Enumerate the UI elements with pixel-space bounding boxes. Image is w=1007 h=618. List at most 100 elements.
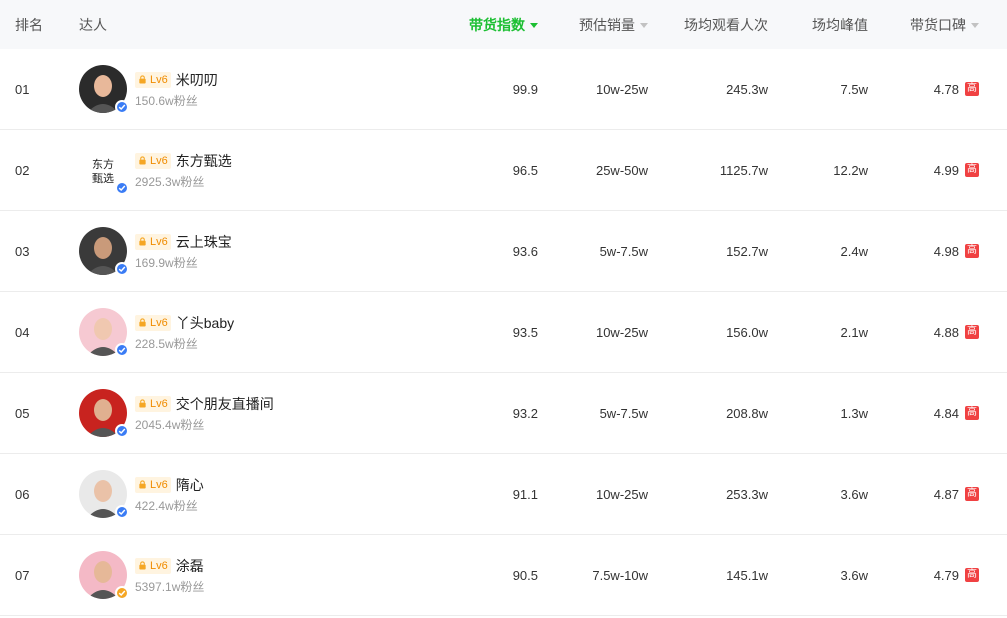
table-row[interactable]: 07 Lv6 涂磊 5397.1w粉丝 90.5 7.5w-10w 145.1w… <box>0 535 1007 616</box>
level-badge: Lv6 <box>135 152 171 169</box>
peak-value: 1.3w <box>840 405 868 421</box>
table-row[interactable]: 02 东方 甄选 Lv6 东方甄选 2925.3w粉丝 96.5 25w-50w… <box>0 130 1007 211</box>
talent-cell[interactable]: Lv6 丫头baby 228.5w粉丝 <box>79 308 234 357</box>
avatar-wrap[interactable] <box>79 551 129 600</box>
avatar-wrap[interactable] <box>79 389 129 438</box>
talent-name[interactable]: 东方甄选 <box>176 151 232 171</box>
table-header: 排名 达人 带货指数 预估销量 场均观看人次 场均峰值 带货口碑 <box>0 0 1007 49</box>
avatar-wrap[interactable] <box>79 65 129 114</box>
header-peak: 场均峰值 <box>812 16 868 33</box>
lock-icon <box>139 480 146 489</box>
sort-icon <box>971 23 979 28</box>
fans-count: 2925.3w粉丝 <box>135 174 205 189</box>
talent-info: Lv6 隋心 422.4w粉丝 <box>135 475 204 514</box>
reputation-value: 4.98 <box>933 243 959 259</box>
name-line: Lv6 隋心 <box>135 475 204 495</box>
fans-count: 228.5w粉丝 <box>135 336 198 351</box>
table-row[interactable]: 05 Lv6 交个朋友直播间 2045.4w粉丝 93.2 5w-7.5w 20… <box>0 373 1007 454</box>
sort-by-sales[interactable]: 预估销量 <box>579 15 648 35</box>
talent-cell[interactable]: Lv6 交个朋友直播间 2045.4w粉丝 <box>79 389 274 438</box>
talent-name[interactable]: 交个朋友直播间 <box>176 394 274 414</box>
reputation-value: 4.84 <box>933 405 959 421</box>
table-row[interactable]: 01 Lv6 米叨叨 150.6w粉丝 99.9 10w-25w 245.3w … <box>0 49 1007 130</box>
name-line: Lv6 米叨叨 <box>135 70 218 90</box>
reputation-cell: 4.84 高 <box>934 406 979 421</box>
avatar-wrap[interactable] <box>79 308 129 357</box>
views-value: 1125.7w <box>719 162 768 178</box>
talent-cell[interactable]: Lv6 米叨叨 150.6w粉丝 <box>79 65 218 114</box>
reputation-cell: 4.79 高 <box>934 568 979 583</box>
reputation-cell: 4.99 高 <box>934 163 979 178</box>
level-badge: Lv6 <box>135 71 171 88</box>
level-text: Lv6 <box>150 235 168 248</box>
avatar-wrap[interactable]: 东方 甄选 <box>79 146 129 195</box>
name-line: Lv6 东方甄选 <box>135 151 232 171</box>
table-row[interactable]: 03 Lv6 云上珠宝 169.9w粉丝 93.6 5w-7.5w 152.7w… <box>0 211 1007 292</box>
verified-icon <box>115 343 129 357</box>
fans-count: 169.9w粉丝 <box>135 255 198 270</box>
table-row[interactable]: 06 Lv6 隋心 422.4w粉丝 91.1 10w-25w 253.3w 3… <box>0 454 1007 535</box>
fans-count: 2045.4w粉丝 <box>135 417 205 432</box>
talent-name[interactable]: 丫头baby <box>176 313 234 333</box>
reputation-value: 4.78 <box>933 81 959 97</box>
views-value: 245.3w <box>726 81 768 97</box>
name-line: Lv6 丫头baby <box>135 313 234 333</box>
talent-name[interactable]: 云上珠宝 <box>176 232 232 252</box>
sort-by-index[interactable]: 带货指数 <box>469 15 538 35</box>
talent-name[interactable]: 涂磊 <box>176 556 204 576</box>
peak-value: 3.6w <box>840 567 868 583</box>
index-value: 93.2 <box>512 405 538 421</box>
reputation-value: 4.79 <box>933 567 959 583</box>
reputation-cell: 4.88 高 <box>934 325 979 340</box>
name-line: Lv6 涂磊 <box>135 556 204 576</box>
avatar-wrap[interactable] <box>79 470 129 519</box>
sales-value: 10w-25w <box>595 81 648 97</box>
high-tag: 高 <box>965 82 979 96</box>
talent-cell[interactable]: Lv6 云上珠宝 169.9w粉丝 <box>79 227 232 276</box>
level-text: Lv6 <box>150 73 168 86</box>
level-badge: Lv6 <box>135 395 171 412</box>
peak-value: 2.1w <box>840 324 868 340</box>
rank-number: 04 <box>15 324 30 340</box>
lock-icon <box>139 237 146 246</box>
avatar-wrap[interactable] <box>79 227 129 276</box>
reputation-value: 4.87 <box>933 486 959 502</box>
fans-count: 422.4w粉丝 <box>135 498 198 513</box>
reputation-cell: 4.87 高 <box>934 487 979 502</box>
table-row[interactable]: 04 Lv6 丫头baby 228.5w粉丝 93.5 10w-25w 156.… <box>0 292 1007 373</box>
high-tag: 高 <box>965 163 979 177</box>
level-text: Lv6 <box>150 397 168 410</box>
index-value: 93.6 <box>512 243 538 259</box>
peak-value: 2.4w <box>840 243 868 259</box>
talent-cell[interactable]: Lv6 涂磊 5397.1w粉丝 <box>79 551 205 600</box>
sort-desc-icon <box>530 23 538 28</box>
sales-value: 10w-25w <box>595 486 648 502</box>
talent-name[interactable]: 隋心 <box>176 475 204 495</box>
header-views: 场均观看人次 <box>684 16 768 33</box>
level-badge: Lv6 <box>135 476 171 493</box>
talent-cell[interactable]: 东方 甄选 Lv6 东方甄选 2925.3w粉丝 <box>79 146 232 195</box>
lock-icon <box>139 561 146 570</box>
rank-number: 05 <box>15 405 30 421</box>
talent-info: Lv6 米叨叨 150.6w粉丝 <box>135 70 218 109</box>
high-tag: 高 <box>965 244 979 258</box>
fans-count: 5397.1w粉丝 <box>135 579 205 594</box>
level-text: Lv6 <box>150 154 168 167</box>
views-value: 152.7w <box>726 243 768 259</box>
talent-cell[interactable]: Lv6 隋心 422.4w粉丝 <box>79 470 204 519</box>
reputation-cell: 4.98 高 <box>934 244 979 259</box>
table-body: 01 Lv6 米叨叨 150.6w粉丝 99.9 10w-25w 245.3w … <box>0 49 1007 616</box>
name-line: Lv6 云上珠宝 <box>135 232 232 252</box>
sort-by-reputation[interactable]: 带货口碑 <box>910 15 979 35</box>
sales-value: 25w-50w <box>595 162 648 178</box>
header-rank: 排名 <box>15 16 43 33</box>
svg-text:东方: 东方 <box>92 157 114 171</box>
sales-value: 5w-7.5w <box>599 405 648 421</box>
index-value: 93.5 <box>512 324 538 340</box>
views-value: 208.8w <box>726 405 768 421</box>
talent-name[interactable]: 米叨叨 <box>176 70 218 90</box>
peak-value: 3.6w <box>840 486 868 502</box>
verified-icon <box>115 262 129 276</box>
level-text: Lv6 <box>150 478 168 491</box>
sales-value: 7.5w-10w <box>592 567 648 583</box>
